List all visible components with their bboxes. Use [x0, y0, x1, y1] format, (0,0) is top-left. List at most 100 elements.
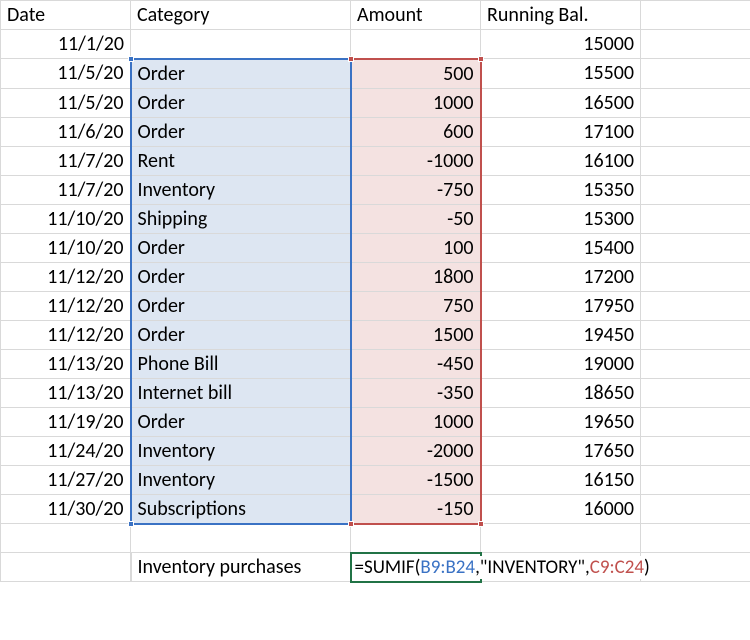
cell-category[interactable]: Order	[131, 291, 351, 320]
cell-empty[interactable]	[641, 146, 750, 175]
cell-empty[interactable]	[641, 204, 750, 233]
cell-date[interactable]: 11/1/20	[1, 30, 131, 59]
cell-empty[interactable]	[641, 59, 750, 89]
cell-amount[interactable]: -350	[351, 378, 481, 407]
cell-date[interactable]: 11/12/20	[1, 291, 131, 320]
cell-balance[interactable]: 17950	[481, 291, 641, 320]
cell-balance[interactable]: 17200	[481, 262, 641, 291]
cell-balance[interactable]: 17100	[481, 117, 641, 146]
cell-amount[interactable]: -50	[351, 204, 481, 233]
cell-date[interactable]: 11/5/20	[1, 88, 131, 117]
cell-category[interactable]: Inventory	[131, 465, 351, 494]
cell-empty[interactable]	[1, 524, 131, 553]
cell-amount[interactable]: -2000	[351, 436, 481, 465]
cell-date[interactable]: 11/7/20	[1, 175, 131, 204]
spreadsheet-table[interactable]: Date Category Amount Running Bal. 11/1/2…	[0, 0, 750, 583]
col-header-balance[interactable]: Running Bal.	[481, 1, 641, 30]
cell-empty[interactable]	[641, 553, 750, 582]
cell-balance[interactable]: 19000	[481, 349, 641, 378]
cell-balance[interactable]: 15000	[481, 30, 641, 59]
cell-empty[interactable]	[641, 175, 750, 204]
cell-date[interactable]: 11/5/20	[1, 59, 131, 89]
cell-balance[interactable]: 16150	[481, 465, 641, 494]
cell-date[interactable]: 11/7/20	[1, 146, 131, 175]
cell-empty[interactable]	[351, 524, 481, 553]
cell-date[interactable]: 11/13/20	[1, 349, 131, 378]
cell-category[interactable]: Order	[131, 407, 351, 436]
cell-category[interactable]: Inventory	[131, 175, 351, 204]
cell-empty[interactable]	[641, 494, 750, 524]
cell-amount[interactable]: -450	[351, 349, 481, 378]
cell-amount[interactable]: 1500	[351, 320, 481, 349]
cell-date[interactable]: 11/24/20	[1, 436, 131, 465]
cell-amount[interactable]: 600	[351, 117, 481, 146]
cell-empty[interactable]	[641, 349, 750, 378]
cell-balance[interactable]: 19650	[481, 407, 641, 436]
col-header-category[interactable]: Category	[131, 1, 351, 30]
cell-category[interactable]: Subscriptions	[131, 494, 351, 524]
cell-balance[interactable]: 15500	[481, 59, 641, 89]
cell-balance[interactable]: 15300	[481, 204, 641, 233]
cell-date[interactable]: 11/19/20	[1, 407, 131, 436]
cell-balance[interactable]: 16000	[481, 494, 641, 524]
formula-cell[interactable]: =SUMIF(B9:B24,"INVENTORY",C9:C24)	[351, 553, 481, 582]
cell-empty[interactable]	[641, 291, 750, 320]
cell-amount[interactable]: -750	[351, 175, 481, 204]
cell-category[interactable]: Order	[131, 59, 351, 89]
cell-balance[interactable]: 19450	[481, 320, 641, 349]
cell-empty[interactable]	[1, 553, 131, 582]
cell-amount[interactable]: 750	[351, 291, 481, 320]
cell-balance[interactable]: 16500	[481, 88, 641, 117]
cell-empty[interactable]	[641, 407, 750, 436]
cell-category[interactable]: Phone Bill	[131, 349, 351, 378]
cell-category[interactable]: Shipping	[131, 204, 351, 233]
cell-date[interactable]: 11/10/20	[1, 204, 131, 233]
cell-amount[interactable]: 1000	[351, 88, 481, 117]
cell-empty[interactable]	[641, 524, 750, 553]
cell-category[interactable]: Inventory	[131, 436, 351, 465]
cell-amount[interactable]: 1800	[351, 262, 481, 291]
cell-date[interactable]: 11/27/20	[1, 465, 131, 494]
cell-category[interactable]: Order	[131, 117, 351, 146]
cell-empty[interactable]	[641, 1, 750, 30]
cell-amount[interactable]: 1000	[351, 407, 481, 436]
cell-balance[interactable]: 17650	[481, 436, 641, 465]
cell-empty[interactable]	[641, 378, 750, 407]
summary-label[interactable]: Inventory purchases	[131, 553, 351, 582]
cell-category[interactable]: Internet bill	[131, 378, 351, 407]
cell-amount[interactable]: -150	[351, 494, 481, 524]
cell-empty[interactable]	[641, 320, 750, 349]
cell-date[interactable]: 11/30/20	[1, 494, 131, 524]
cell-category[interactable]: Order	[131, 88, 351, 117]
cell-date[interactable]: 11/12/20	[1, 320, 131, 349]
cell-empty[interactable]	[641, 30, 750, 59]
cell-amount[interactable]: -1500	[351, 465, 481, 494]
cell-amount[interactable]: 100	[351, 233, 481, 262]
cell-empty[interactable]	[641, 262, 750, 291]
cell-empty[interactable]	[131, 524, 351, 553]
cell-category[interactable]: Order	[131, 233, 351, 262]
cell-date[interactable]: 11/13/20	[1, 378, 131, 407]
cell-amount[interactable]	[351, 30, 481, 59]
cell-empty[interactable]	[641, 233, 750, 262]
cell-category[interactable]: Order	[131, 262, 351, 291]
cell-category[interactable]: Rent	[131, 146, 351, 175]
cell-amount[interactable]: -1000	[351, 146, 481, 175]
cell-empty[interactable]	[641, 436, 750, 465]
col-header-amount[interactable]: Amount	[351, 1, 481, 30]
cell-balance[interactable]: 15350	[481, 175, 641, 204]
cell-amount[interactable]: 500	[351, 59, 481, 89]
cell-date[interactable]: 11/10/20	[1, 233, 131, 262]
cell-empty[interactable]	[641, 465, 750, 494]
cell-balance[interactable]: 16100	[481, 146, 641, 175]
cell-balance[interactable]: 18650	[481, 378, 641, 407]
cell-category[interactable]: Order	[131, 320, 351, 349]
cell-empty[interactable]	[641, 88, 750, 117]
cell-category[interactable]	[131, 30, 351, 59]
cell-empty[interactable]	[481, 524, 641, 553]
cell-date[interactable]: 11/6/20	[1, 117, 131, 146]
col-header-date[interactable]: Date	[1, 1, 131, 30]
cell-balance[interactable]: 15400	[481, 233, 641, 262]
cell-empty[interactable]	[641, 117, 750, 146]
cell-date[interactable]: 11/12/20	[1, 262, 131, 291]
